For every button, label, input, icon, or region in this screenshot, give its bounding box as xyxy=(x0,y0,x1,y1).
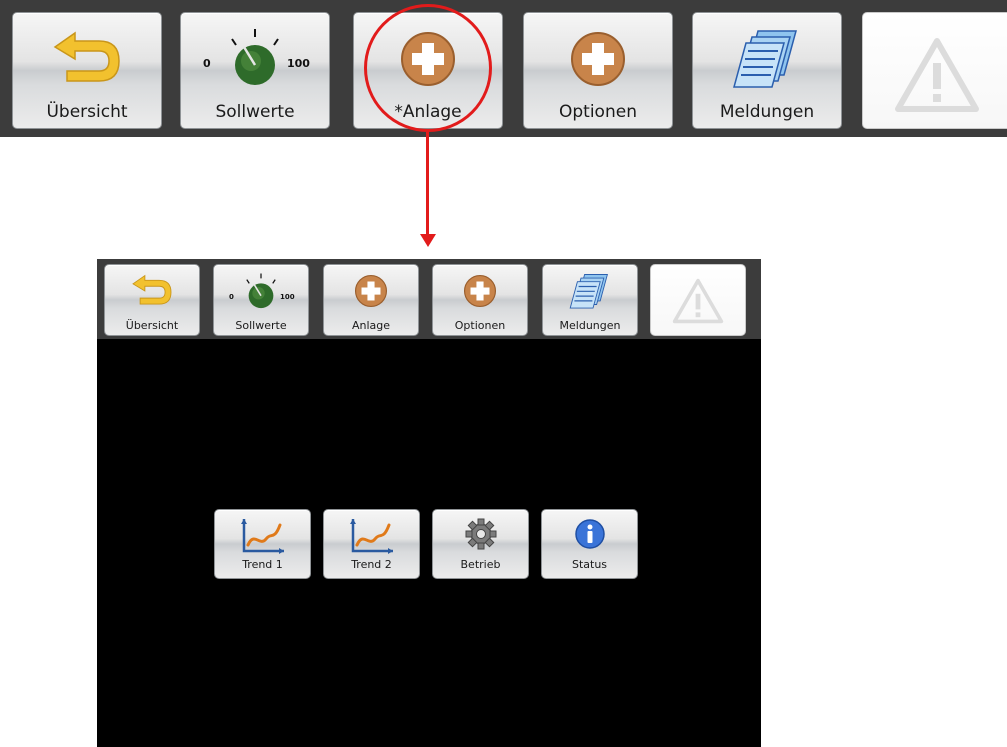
overview-label: Übersicht xyxy=(46,102,128,122)
setpoints-label: Sollwerte xyxy=(235,319,287,332)
trend-1-label: Trend 1 xyxy=(242,558,283,571)
info-icon xyxy=(573,517,607,555)
dial-min-value: 0 xyxy=(203,57,211,70)
stacked-pages-icon xyxy=(569,272,611,317)
warning-triangle-icon xyxy=(671,277,725,329)
zoomed-toolbar: Übersicht 0 100 Sollwerte *Anlage Option… xyxy=(0,0,1007,137)
options-button[interactable]: Optionen xyxy=(432,264,528,336)
trend-2-label: Trend 2 xyxy=(351,558,392,571)
trend-chart-icon xyxy=(240,517,286,559)
options-label: Optionen xyxy=(559,102,637,122)
stacked-pages-icon xyxy=(732,27,802,99)
dial-max-value: 100 xyxy=(280,293,295,301)
dial-min-value: 0 xyxy=(229,293,234,301)
plant-label: Anlage xyxy=(351,319,391,332)
trend-chart-icon xyxy=(349,517,395,559)
plus-circle-icon xyxy=(352,272,390,314)
trend-2-button[interactable]: Trend 2 xyxy=(323,509,420,579)
setpoints-button[interactable]: 0 100 Sollwerte xyxy=(180,12,330,129)
setpoints-label: Sollwerte xyxy=(215,102,295,122)
plus-circle-icon xyxy=(566,27,630,95)
options-label: Optionen xyxy=(454,319,506,332)
setpoints-button[interactable]: 0 100 Sollwerte xyxy=(213,264,309,336)
back-arrow-icon xyxy=(128,272,176,314)
back-arrow-icon xyxy=(47,27,127,95)
pointer-arrow-head xyxy=(420,234,436,247)
plus-circle-icon xyxy=(461,272,499,314)
highlight-circle xyxy=(364,4,492,132)
overview-label: Übersicht xyxy=(125,319,179,332)
plant-button[interactable]: Anlage xyxy=(323,264,419,336)
messages-label: Meldungen xyxy=(719,102,815,122)
overview-button[interactable]: Übersicht xyxy=(104,264,200,336)
messages-label: Meldungen xyxy=(559,319,621,332)
gear-icon xyxy=(464,517,498,555)
hmi-screen: Übersicht 0 100 Sollwerte Anlage Optione… xyxy=(97,259,761,747)
alarm-button[interactable] xyxy=(862,12,1007,129)
messages-button[interactable]: Meldungen xyxy=(542,264,638,336)
pointer-arrow-line xyxy=(426,132,429,236)
status-label: Status xyxy=(571,558,608,571)
messages-button[interactable]: Meldungen xyxy=(692,12,842,129)
dial-max-value: 100 xyxy=(287,57,310,70)
operation-label: Betrieb xyxy=(460,558,501,571)
overview-button[interactable]: Übersicht xyxy=(12,12,162,129)
warning-triangle-icon xyxy=(892,35,982,119)
options-button[interactable]: Optionen xyxy=(523,12,673,129)
screen-toolbar: Übersicht 0 100 Sollwerte Anlage Optione… xyxy=(97,259,761,339)
status-button[interactable]: Status xyxy=(541,509,638,579)
trend-1-button[interactable]: Trend 1 xyxy=(214,509,311,579)
alarm-button[interactable] xyxy=(650,264,746,336)
operation-button[interactable]: Betrieb xyxy=(432,509,529,579)
